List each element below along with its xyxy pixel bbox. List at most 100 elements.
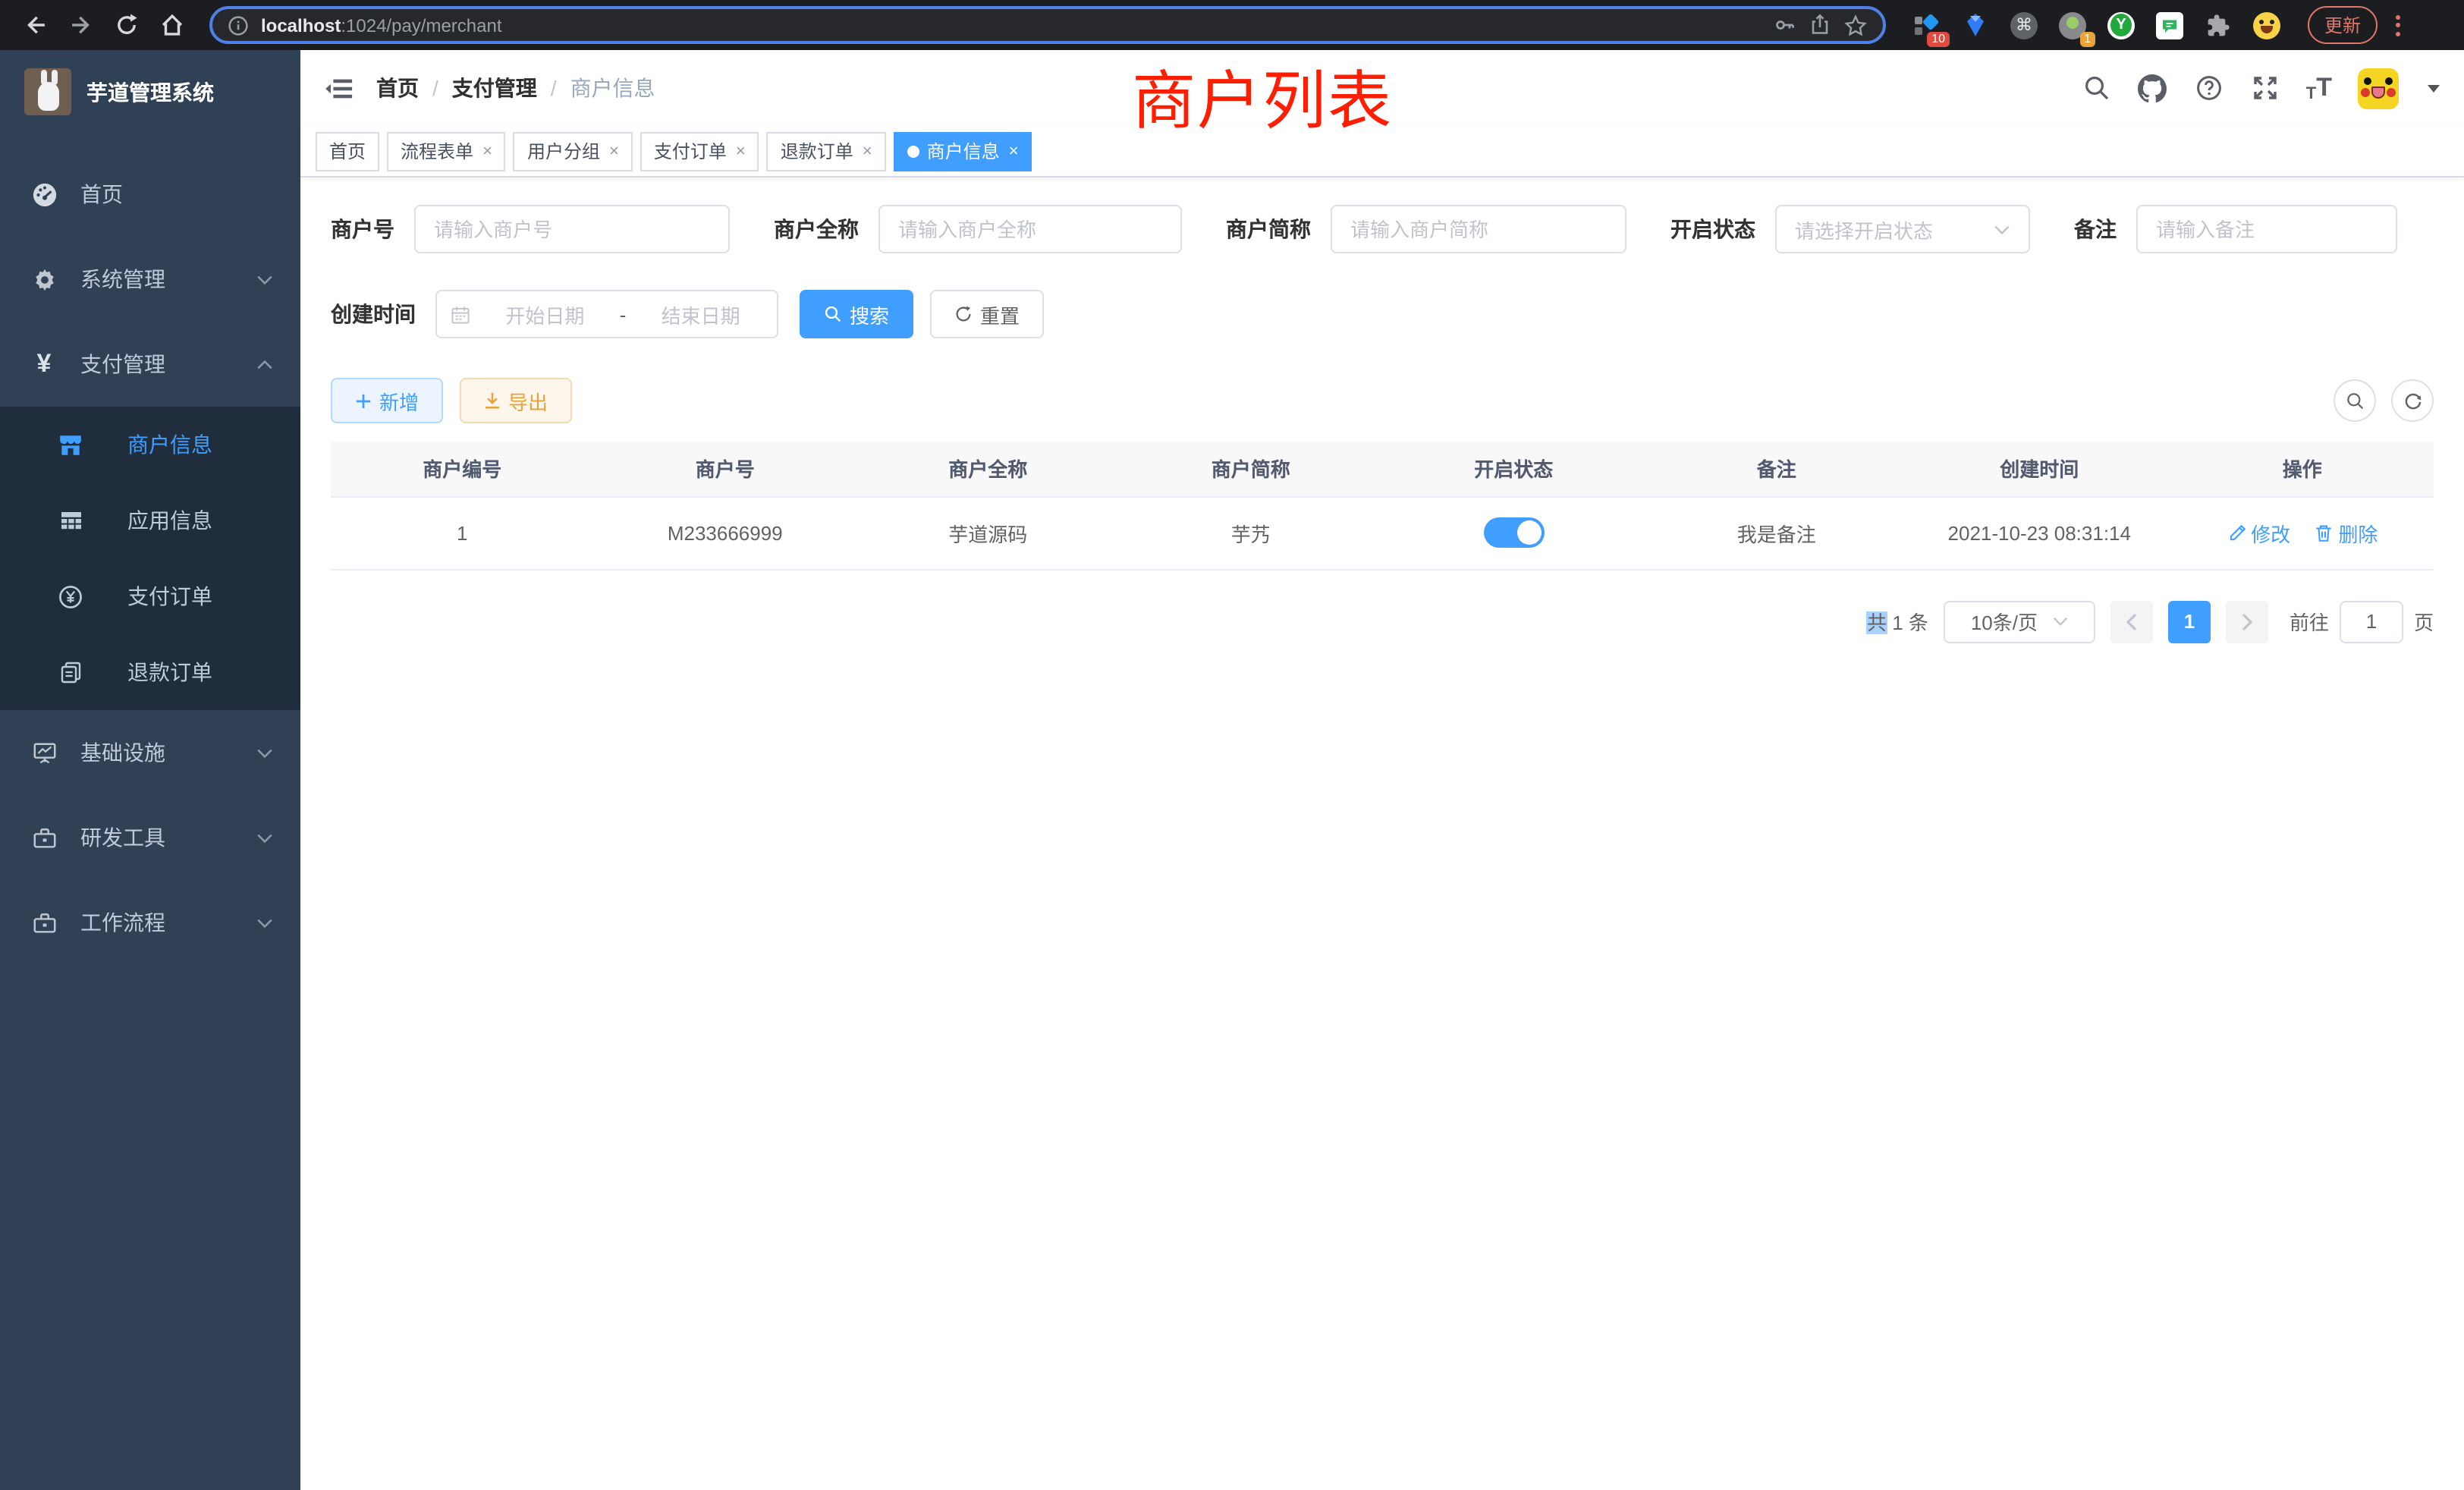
prev-page-button[interactable] [2110,600,2153,643]
ext-y-icon[interactable]: Y [2107,11,2135,39]
sidebar-item-pay-order[interactable]: 支付订单 [0,558,300,634]
col-actions: 操作 [2171,442,2434,496]
toolbar: 新增 导出 [331,378,2434,423]
browser-menu-icon[interactable] [2396,14,2400,36]
close-icon[interactable]: × [863,142,872,160]
status-select[interactable]: 请选择开启状态 [1775,205,2030,253]
breadcrumb-current: 商户信息 [570,73,655,103]
browser-back-button[interactable] [15,5,55,45]
sidebar-item-system[interactable]: 系统管理 [0,237,300,322]
tab-home[interactable]: 首页 [316,131,379,171]
merchant-no-input[interactable] [414,205,730,253]
short-name-input[interactable] [1331,205,1626,253]
browser-forward-button[interactable] [61,5,100,45]
edit-pencil-icon [2227,523,2246,542]
cell-merchant-id: 1 [331,496,594,569]
page-size-select[interactable]: 10条/页 [1944,600,2095,643]
col-full-name: 商户全称 [856,442,1120,496]
page-content: 商户号 商户全称 商户简称 开启状态 请选择开启状态 [300,178,2464,643]
password-key-icon[interactable] [1774,14,1796,36]
export-button[interactable]: 导出 [460,378,572,423]
breadcrumb: 首页 / 支付管理 / 商户信息 [376,73,655,103]
tab-refund-order[interactable]: 退款订单× [767,131,886,171]
url-bar[interactable]: localhost:1024/pay/merchant [209,6,1886,44]
full-name-input[interactable] [878,205,1182,253]
screen: localhost:1024/pay/merchant 10 ⌘ [0,0,2464,1490]
url-host: localhost [261,14,341,36]
sidebar: 芋道管理系统 首页 系统管理 [0,50,300,1490]
sidebar-item-dev-tools[interactable]: 研发工具 [0,795,300,880]
grid-icon [58,508,83,533]
sidebar-item-home[interactable]: 首页 [0,152,300,237]
ext-command-icon[interactable]: ⌘ [2010,11,2038,39]
tab-user-group[interactable]: 用户分组× [514,131,633,171]
table-header-row: 商户编号 商户号 商户全称 商户简称 开启状态 备注 创建时间 操作 [331,442,2434,496]
date-range-picker[interactable]: 开始日期 - 结束日期 [435,290,778,338]
sidebar-item-workflow[interactable]: 工作流程 [0,880,300,965]
refresh-table-button[interactable] [2391,379,2434,422]
profile-avatar[interactable] [2253,11,2280,39]
sidebar-item-pay[interactable]: ¥ 支付管理 [0,322,300,407]
sidebar-item-refund-order[interactable]: 退款订单 [0,634,300,710]
browser-home-button[interactable] [152,5,191,45]
search-icon[interactable] [2082,73,2112,103]
help-icon[interactable] [2194,73,2224,103]
short-name-label: 商户简称 [1226,214,1311,244]
pay-submenu: 商户信息 应用信息 支付订单 [0,407,300,710]
download-icon [484,391,501,410]
breadcrumb-pay[interactable]: 支付管理 [452,73,537,103]
next-page-button[interactable] [2226,600,2268,643]
shop-icon [58,432,83,457]
edit-button[interactable]: 修改 [2227,518,2290,547]
sidebar-item-label: 退款订单 [127,657,212,687]
share-icon[interactable] [1809,14,1831,36]
tab-merchant-info[interactable]: 商户信息× [894,131,1032,171]
reset-button[interactable]: 重置 [930,290,1044,338]
tab-process-form[interactable]: 流程表单× [387,131,506,171]
close-icon[interactable]: × [609,142,619,160]
url-path: :1024/pay/merchant [341,14,501,36]
close-icon[interactable]: × [736,142,746,160]
goto-page-input[interactable] [2340,600,2403,643]
sidebar-item-infra[interactable]: 基础设施 [0,710,300,795]
close-icon[interactable]: × [1009,142,1019,160]
avatar-dropdown-icon[interactable] [2428,84,2440,92]
delete-button[interactable]: 删除 [2314,518,2378,547]
browser-reload-button[interactable] [106,5,146,45]
extensions-puzzle-icon[interactable] [2205,11,2232,39]
status-toggle[interactable] [1483,517,1544,548]
sidebar-item-label: 支付管理 [80,349,165,379]
add-button[interactable]: 新增 [331,378,443,423]
ext-gem-icon[interactable] [1962,11,1989,39]
chevron-down-icon [256,274,273,284]
sidebar-item-app-info[interactable]: 应用信息 [0,483,300,558]
github-icon[interactable] [2138,73,2168,103]
close-icon[interactable]: × [482,142,492,160]
page-number[interactable]: 1 [2168,600,2211,643]
app-logo[interactable]: 芋道管理系统 [0,50,300,130]
bookmark-star-icon[interactable] [1843,13,1868,37]
sidebar-item-label: 系统管理 [80,264,165,294]
fullscreen-icon[interactable] [2250,73,2280,103]
update-button[interactable]: 更新 [2308,6,2378,44]
tab-pay-order[interactable]: 支付订单× [640,131,759,171]
font-size-icon[interactable]: TT [2306,73,2332,103]
search-button[interactable]: 搜索 [800,290,913,338]
toggle-search-button[interactable] [2334,379,2376,422]
sidebar-item-merchant-info[interactable]: 商户信息 [0,407,300,483]
gear-icon [30,266,58,293]
remark-label: 备注 [2074,214,2117,244]
col-short-name: 商户简称 [1120,442,1383,496]
remark-input[interactable] [2136,205,2397,253]
sidebar-toggle-icon[interactable] [300,50,376,126]
site-info-icon[interactable] [228,14,249,36]
ext-chat-icon[interactable] [2156,11,2183,39]
search-icon [2345,391,2365,410]
refresh-icon [2403,391,2422,410]
sidebar-item-label: 支付订单 [127,581,212,611]
ext-blue-diamond-icon[interactable]: 10 [1913,11,1941,39]
plus-icon [355,392,372,409]
breadcrumb-home[interactable]: 首页 [376,73,419,103]
ext-recorder-icon[interactable]: 1 [2059,11,2086,39]
user-avatar[interactable] [2358,68,2399,108]
